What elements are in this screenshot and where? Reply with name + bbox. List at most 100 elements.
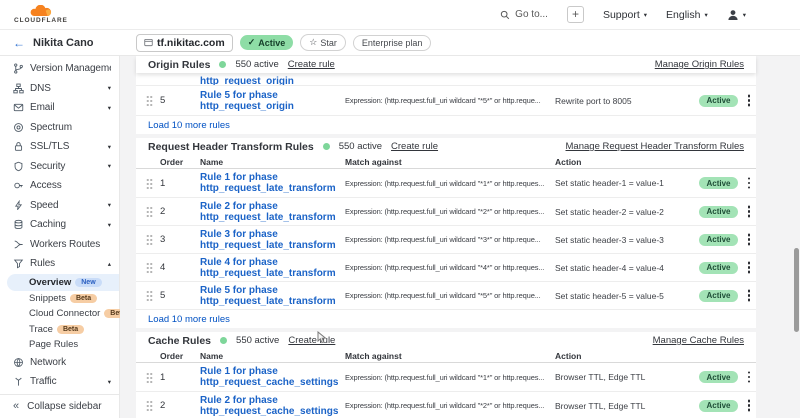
user-icon [727,9,739,21]
status-badge: Active [699,206,737,218]
sidebar-item-caching[interactable]: Caching ▾ [0,215,119,235]
rule-name-link[interactable]: Rule 5 for phase http_request_late_trans… [200,285,345,307]
rule-name-link[interactable]: Rule 5 for phase http_request_origin [200,90,345,112]
sidebar-item-overview[interactable]: Overview New [7,274,119,291]
more-options-button[interactable] [742,398,756,414]
rule-name-link[interactable]: http_request_origin [200,76,294,85]
domain-icon [144,38,153,47]
domain-selector[interactable]: tf.nikitac.com [136,34,233,52]
rule-name-link[interactable]: Rule 3 for phase http_request_late_trans… [200,229,345,251]
drag-handle-icon[interactable] [146,290,153,301]
sidebar-item-trace[interactable]: Trace Beta [0,322,119,338]
drag-handle-icon[interactable] [146,372,153,383]
drag-handle-icon[interactable] [146,400,153,411]
more-options-button[interactable] [742,260,756,276]
manage-origin-rules-link[interactable]: Manage Origin Rules [655,59,744,70]
sidebar-item-speed[interactable]: Speed ▾ [0,196,119,216]
sidebar-item-traffic[interactable]: Traffic ▾ [0,372,119,392]
shield-icon [12,160,24,172]
key-icon [12,180,24,192]
chevron-down-icon: ▾ [704,11,707,19]
create-rule-link[interactable]: Create rule [288,59,335,70]
sidebar-item-spectrum[interactable]: Spectrum [0,118,119,138]
active-count: 550 active [235,59,278,70]
email-icon [12,102,24,114]
table-row: 1 Rule 1 for phase http_request_late_tra… [136,169,756,197]
chevron-down-icon: ▾ [108,104,111,112]
status-badge: Active [699,177,737,189]
status-badge: Active [699,290,737,302]
status-badge: Active [699,371,737,383]
sidebar-item-ssl-tls[interactable]: SSL/TLS ▾ [0,137,119,157]
support-menu[interactable]: Support ▾ [603,9,647,21]
active-count: 550 active [236,335,279,346]
manage-transform-rules-link[interactable]: Manage Request Header Transform Rules [566,141,744,152]
rule-name-link[interactable]: Rule 4 for phase http_request_late_trans… [200,257,345,279]
table-row: 5 Rule 5 for phase http_request_late_tra… [136,281,756,309]
sidebar-item-network[interactable]: Network [0,353,119,373]
chevron-down-icon: ▾ [108,378,111,386]
column-name: Name [200,157,345,167]
search-placeholder: Go to... [515,9,548,20]
sidebar-item-dns[interactable]: DNS ▾ [0,79,119,99]
more-options-button[interactable] [742,93,756,109]
create-rule-link[interactable]: Create rule [288,335,335,346]
sidebar-item-access[interactable]: Access [0,176,119,196]
lightning-icon [12,199,24,211]
active-dot-icon [323,143,330,150]
table-row: 1 Rule 1 for phase http_request_cache_se… [136,363,756,391]
load-more-link[interactable]: Load 10 more rules [136,115,756,134]
rule-name-link[interactable]: Rule 1 for phase http_request_cache_sett… [200,366,345,388]
new-badge: New [75,278,101,287]
add-button[interactable]: + [567,6,584,23]
collapse-sidebar-button[interactable]: « Collapse sidebar [0,394,119,418]
lock-icon [12,141,24,153]
more-options-button[interactable] [742,204,756,220]
drag-handle-icon[interactable] [146,95,153,106]
language-menu[interactable]: English ▾ [666,9,708,21]
scrollbar-thumb[interactable] [794,248,799,332]
filter-icon [12,258,24,270]
drag-handle-icon[interactable] [146,262,153,273]
sidebar-item-cloud-connector[interactable]: Cloud Connector Beta [0,306,119,322]
sidebar-item-snippets[interactable]: Snippets Beta [0,291,119,307]
sidebar-item-rules[interactable]: Rules ▴ [0,254,119,274]
drag-handle-icon[interactable] [146,206,153,217]
origin-rules-header: Origin Rules 550 active Create rule Mana… [136,56,756,73]
table-row: 2 Rule 2 for phase http_request_cache_se… [136,391,756,418]
sidebar-item-workers-routes[interactable]: Workers Routes [0,235,119,255]
more-options-button[interactable] [742,175,756,191]
more-options-button[interactable] [742,288,756,304]
drag-handle-icon[interactable] [146,234,153,245]
drag-handle-icon[interactable] [146,178,153,189]
active-dot-icon [220,337,227,344]
sidebar-item-page-rules[interactable]: Page Rules [0,337,119,353]
logo-wordmark: CLOUDFLARE [14,18,68,25]
more-options-button[interactable] [742,232,756,248]
globe-icon [12,356,24,368]
table-row: 2 Rule 2 for phase http_request_late_tra… [136,197,756,225]
domain-status-badge: ✓ Active [240,35,294,50]
domain-name: tf.nikitac.com [157,37,225,49]
manage-cache-rules-link[interactable]: Manage Cache Rules [653,335,744,346]
rule-name-link[interactable]: Rule 2 for phase http_request_late_trans… [200,201,345,223]
search-input[interactable]: Go to... [500,9,548,20]
column-action: Action [555,351,695,361]
load-more-link[interactable]: Load 10 more rules [136,309,756,328]
create-rule-link[interactable]: Create rule [391,141,438,152]
sidebar-item-security[interactable]: Security ▾ [0,157,119,177]
check-icon: ✓ [248,37,256,48]
star-button[interactable]: ☆ Star [300,34,346,51]
cloudflare-logo[interactable]: CLOUDFLARE [14,5,68,25]
transform-rules-header: Request Header Transform Rules 550 activ… [136,138,756,155]
more-options-button[interactable] [742,369,756,385]
sidebar-item-version-management[interactable]: Version Management [0,59,119,79]
chevron-down-icon: ▾ [644,11,647,19]
rule-name-link[interactable]: Rule 1 for phase http_request_late_trans… [200,172,345,194]
user-menu[interactable]: ▾ [727,9,746,21]
back-arrow-icon[interactable]: ← [13,37,25,49]
route-icon [12,238,24,250]
rule-name-link[interactable]: Rule 2 for phase http_request_cache_sett… [200,395,345,417]
sidebar-item-email[interactable]: Email ▾ [0,98,119,118]
rule-action: Rewrite port to 8005 [555,96,695,106]
